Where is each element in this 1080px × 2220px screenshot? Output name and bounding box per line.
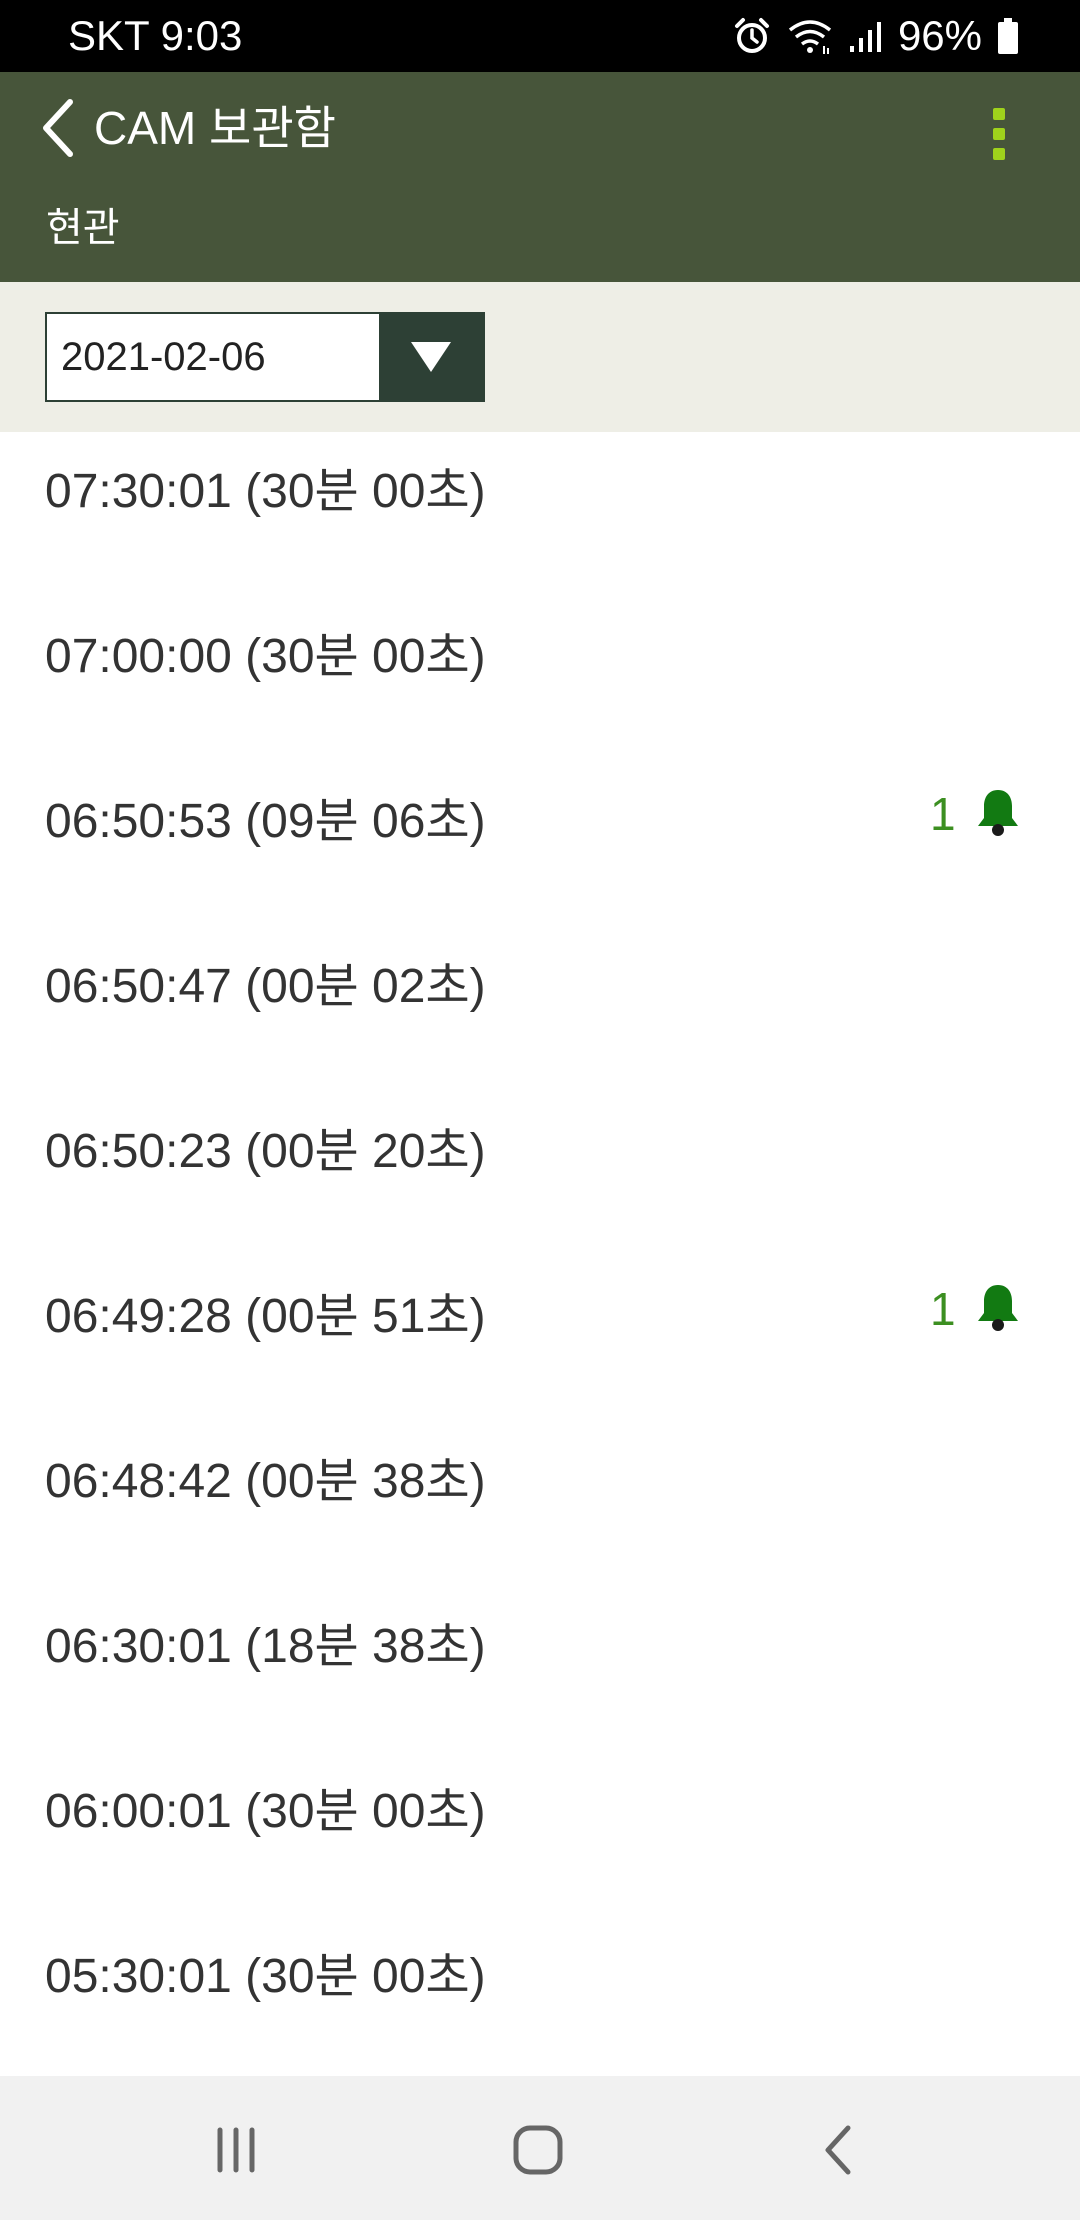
app-bar: CAM 보관함 현관 — [0, 72, 1080, 282]
event-badge: 1 — [930, 1277, 1022, 1341]
recording-row[interactable]: 06:50:47 (00분 02초) — [0, 927, 1080, 1092]
event-badge: 1 — [930, 782, 1022, 846]
date-dropdown[interactable]: 2021-02-06 — [45, 312, 485, 402]
screen: SKT 9:03 96% CAM 보관함 현관 2021-02-06 07:30… — [0, 0, 1080, 2220]
system-back-button[interactable] — [780, 2100, 900, 2200]
recording-row[interactable]: 06:49:28 (00분 51초) 1 — [0, 1257, 1080, 1422]
chevron-left-icon — [43, 99, 73, 157]
camera-location-label: 현관 — [46, 206, 120, 250]
recording-row[interactable]: 06:00:01 (30분 00초) — [0, 1752, 1080, 1917]
recording-row[interactable]: 06:48:42 (00분 38초) — [0, 1422, 1080, 1587]
system-nav-bar — [0, 2076, 1080, 2220]
recording-row[interactable]: 06:50:53 (09분 06초) 1 — [0, 762, 1080, 927]
recording-list: 07:30:01 (30분 00초) 07:00:00 (30분 00초) 06:5… — [0, 432, 1080, 2076]
back-icon — [825, 2125, 851, 2175]
recording-row[interactable]: 06:50:23 (00분 20초) — [0, 1092, 1080, 1257]
event-count: 1 — [930, 788, 956, 840]
recent-apps-button[interactable] — [176, 2100, 296, 2200]
recording-time: 06:50:47 (00분 02초) — [45, 960, 486, 1013]
page-title: CAM 보관함 — [94, 102, 336, 154]
recording-time: 06:48:42 (00분 38초) — [45, 1455, 486, 1508]
recording-time: 06:50:53 (09분 06초) — [45, 795, 486, 848]
home-button[interactable] — [478, 2100, 598, 2200]
signal-icon — [848, 16, 884, 56]
event-count: 1 — [930, 1283, 956, 1335]
more-dot — [993, 108, 1005, 120]
dropdown-arrow-button[interactable] — [379, 314, 483, 400]
recording-time: 07:00:00 (30분 00초) — [45, 630, 486, 683]
wifi-icon — [786, 16, 834, 56]
triangle-down-icon — [411, 342, 451, 372]
recording-row[interactable]: 07:30:01 (30분 00초) — [0, 432, 1080, 597]
recording-time: 05:30:01 (30분 00초) — [45, 1950, 486, 2003]
recording-time: 06:50:23 (00분 20초) — [45, 1125, 486, 1178]
battery-icon — [996, 16, 1020, 56]
recording-row[interactable]: 05:30:01 (30분 00초) — [0, 1917, 1080, 2082]
home-icon — [513, 2125, 563, 2175]
more-dot — [993, 148, 1005, 160]
battery-text: 96% — [897, 12, 982, 59]
bell-icon — [974, 1281, 1022, 1338]
recording-time: 06:49:28 (00분 51초) — [45, 1290, 486, 1343]
alarm-icon — [732, 16, 772, 56]
carrier-time: SKT 9:03 — [68, 12, 243, 59]
more-options-button[interactable] — [974, 92, 1024, 176]
recording-row[interactable]: 07:00:00 (30분 00초) — [0, 597, 1080, 762]
recording-time: 06:00:01 (30분 00초) — [45, 1785, 486, 1838]
status-icons: 96% — [732, 12, 1020, 60]
bell-icon — [974, 786, 1022, 843]
selected-date: 2021-02-06 — [61, 334, 266, 379]
more-dot — [993, 128, 1005, 140]
recording-row[interactable]: 06:30:01 (18분 38초) — [0, 1587, 1080, 1752]
recent-apps-icon — [217, 2127, 255, 2173]
recording-time: 07:30:01 (30분 00초) — [45, 465, 486, 518]
recording-time: 06:30:01 (18분 38초) — [45, 1620, 486, 1673]
status-bar: SKT 9:03 96% — [0, 0, 1080, 72]
back-button[interactable] — [28, 92, 88, 164]
